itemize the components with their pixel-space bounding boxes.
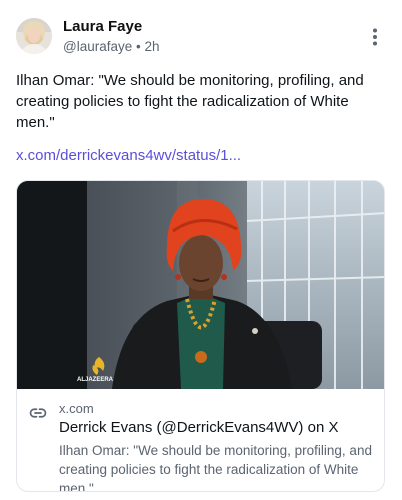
card-domain: x.com <box>59 401 94 416</box>
author-block: Laura Faye @laurafaye • 2h <box>63 17 160 57</box>
meta-separator: • <box>136 39 141 54</box>
post: Laura Faye @laurafaye • 2h Ilhan Omar: "… <box>0 0 402 500</box>
author-handle[interactable]: @laurafaye <box>63 39 132 54</box>
avatar[interactable] <box>16 18 52 54</box>
more-vertical-icon <box>373 28 377 46</box>
watermark-text: ALJAZEERA <box>77 377 114 383</box>
post-text: Ilhan Omar: "We should be monitoring, pr… <box>16 72 364 131</box>
post-time[interactable]: 2h <box>145 39 160 54</box>
preview-image: ALJAZEERA <box>17 181 384 389</box>
card-title[interactable]: Derrick Evans (@DerrickEvans4WV) on X <box>59 418 338 438</box>
more-options-button[interactable] <box>362 24 388 50</box>
avatar-image <box>16 18 52 54</box>
link-icon <box>29 408 47 418</box>
post-meta: @laurafaye • 2h <box>63 37 160 57</box>
card-description: Ilhan Omar: "We should be monitoring, pr… <box>59 443 372 492</box>
display-name[interactable]: Laura Faye <box>63 17 160 37</box>
post-link[interactable]: x.com/derrickevans4wv/status/1... <box>16 146 241 166</box>
link-preview-card[interactable]: ALJAZEERA x.com Derrick Evans (@DerrickE… <box>16 180 385 492</box>
